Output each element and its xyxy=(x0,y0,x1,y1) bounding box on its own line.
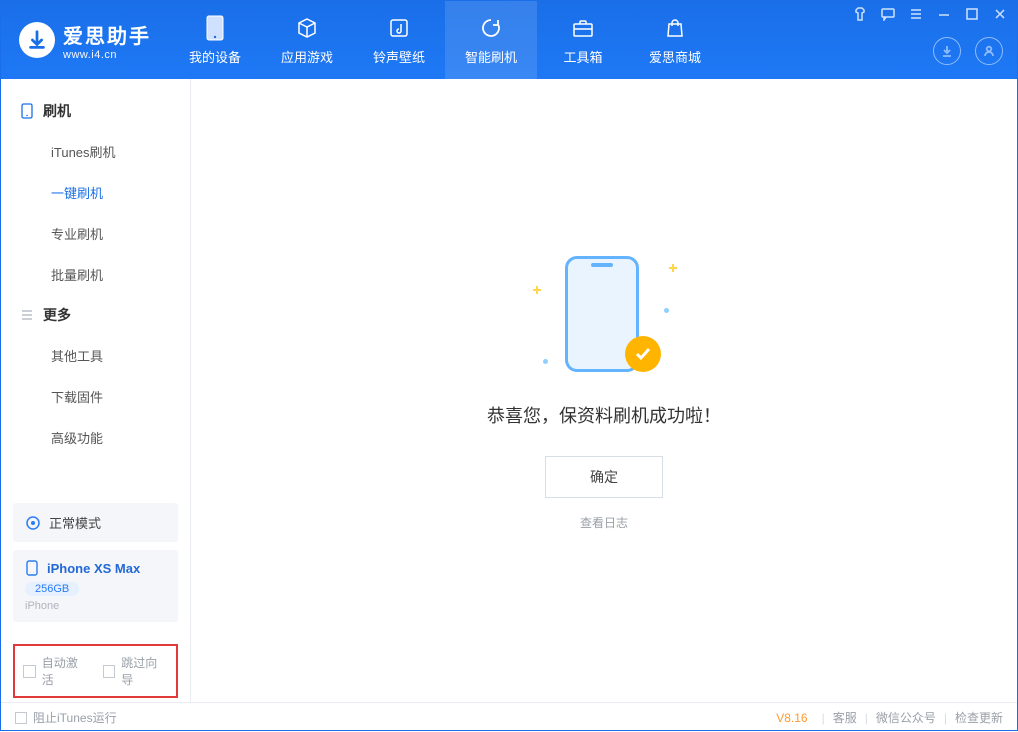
nav-smart-flash[interactable]: 智能刷机 xyxy=(445,1,537,79)
device-icon xyxy=(25,560,39,576)
main-nav: 我的设备 应用游戏 铃声壁纸 智能刷机 工具箱 爱思商城 xyxy=(169,1,721,79)
feedback-icon[interactable] xyxy=(879,5,897,23)
checkbox-label: 自动激活 xyxy=(42,654,89,688)
device-icon xyxy=(206,15,224,41)
sidebar-item-download-fw[interactable]: 下载固件 xyxy=(1,376,190,417)
checkbox-skip-guide[interactable]: 跳过向导 xyxy=(103,654,169,688)
sparkle-icon xyxy=(533,286,541,294)
refresh-icon xyxy=(479,15,503,41)
ok-button[interactable]: 确定 xyxy=(545,456,663,498)
checkbox-label: 跳过向导 xyxy=(121,654,168,688)
footer: 阻止iTunes运行 V8.16 | 客服 | 微信公众号 | 检查更新 xyxy=(1,702,1017,732)
separator: | xyxy=(822,711,825,725)
sidebar-scroll: 刷机 iTunes刷机 一键刷机 专业刷机 批量刷机 更多 其他工具 下载固件 … xyxy=(1,79,190,495)
dot-icon xyxy=(543,359,548,364)
sidebar-item-itunes-flash[interactable]: iTunes刷机 xyxy=(1,131,190,172)
header-actions xyxy=(933,37,1003,65)
footer-right: V8.16 | 客服 | 微信公众号 | 检查更新 xyxy=(776,709,1003,726)
window-controls xyxy=(851,5,1009,23)
bag-icon xyxy=(664,15,686,41)
list-icon xyxy=(19,307,35,323)
success-message: 恭喜您，保资料刷机成功啦！ xyxy=(487,402,721,428)
checkbox-block-itunes[interactable]: 阻止iTunes运行 xyxy=(15,709,117,726)
nav-store[interactable]: 爱思商城 xyxy=(629,1,721,79)
wechat-link[interactable]: 微信公众号 xyxy=(876,709,936,726)
check-update-link[interactable]: 检查更新 xyxy=(955,709,1003,726)
sidebar-item-advanced[interactable]: 高级功能 xyxy=(1,417,190,458)
user-button[interactable] xyxy=(975,37,1003,65)
sidebar: 刷机 iTunes刷机 一键刷机 专业刷机 批量刷机 更多 其他工具 下载固件 … xyxy=(1,79,191,702)
mode-icon xyxy=(25,515,41,531)
nav-label: 我的设备 xyxy=(189,47,241,66)
support-link[interactable]: 客服 xyxy=(833,709,857,726)
body: 刷机 iTunes刷机 一键刷机 专业刷机 批量刷机 更多 其他工具 下载固件 … xyxy=(1,79,1017,702)
checkbox-icon xyxy=(23,665,36,678)
nav-label: 铃声壁纸 xyxy=(373,47,425,66)
check-icon xyxy=(625,336,661,372)
app-header: 爱思助手 www.i4.cn 我的设备 应用游戏 铃声壁纸 智能刷机 工具箱 爱… xyxy=(1,1,1017,79)
skin-icon[interactable] xyxy=(851,5,869,23)
mode-label: 正常模式 xyxy=(49,513,101,532)
download-button[interactable] xyxy=(933,37,961,65)
cube-icon xyxy=(295,15,319,41)
nav-label: 应用游戏 xyxy=(281,47,333,66)
nav-toolbox[interactable]: 工具箱 xyxy=(537,1,629,79)
logo: 爱思助手 www.i4.cn xyxy=(1,1,169,79)
nav-ring-wallpaper[interactable]: 铃声壁纸 xyxy=(353,1,445,79)
nav-apps-games[interactable]: 应用游戏 xyxy=(261,1,353,79)
nav-my-device[interactable]: 我的设备 xyxy=(169,1,261,79)
checkbox-icon xyxy=(15,712,27,724)
nav-label: 爱思商城 xyxy=(649,47,701,66)
maximize-icon[interactable] xyxy=(963,5,981,23)
separator: | xyxy=(865,711,868,725)
checkbox-auto-activate[interactable]: 自动激活 xyxy=(23,654,89,688)
success-illustration xyxy=(529,250,679,380)
minimize-icon[interactable] xyxy=(935,5,953,23)
dot-icon xyxy=(664,308,669,313)
flash-options: 自动激活 跳过向导 xyxy=(13,644,178,698)
version-label: V8.16 xyxy=(776,711,807,725)
category-more: 更多 xyxy=(1,295,190,335)
main-content: 恭喜您，保资料刷机成功啦！ 确定 查看日志 xyxy=(191,79,1017,702)
sidebar-item-one-key-flash[interactable]: 一键刷机 xyxy=(1,172,190,213)
mode-card[interactable]: 正常模式 xyxy=(13,503,178,542)
menu-icon[interactable] xyxy=(907,5,925,23)
sidebar-item-other-tools[interactable]: 其他工具 xyxy=(1,335,190,376)
storage-badge: 256GB xyxy=(25,582,79,596)
sidebar-item-pro-flash[interactable]: 专业刷机 xyxy=(1,213,190,254)
device-type: iPhone xyxy=(25,600,166,612)
phone-icon xyxy=(19,103,35,119)
category-label: 刷机 xyxy=(43,101,71,121)
category-flash: 刷机 xyxy=(1,91,190,131)
toolbox-icon xyxy=(571,15,595,41)
device-card[interactable]: iPhone XS Max 256GB iPhone xyxy=(13,550,178,622)
sidebar-item-batch-flash[interactable]: 批量刷机 xyxy=(1,254,190,295)
music-icon xyxy=(388,15,410,41)
separator: | xyxy=(944,711,947,725)
checkbox-label: 阻止iTunes运行 xyxy=(33,709,117,726)
device-cards: 正常模式 iPhone XS Max 256GB iPhone xyxy=(1,495,190,634)
view-log-link[interactable]: 查看日志 xyxy=(580,514,628,531)
logo-icon xyxy=(19,22,55,58)
nav-label: 工具箱 xyxy=(563,47,602,66)
device-name: iPhone XS Max xyxy=(47,561,140,576)
category-label: 更多 xyxy=(43,305,71,325)
sparkle-icon xyxy=(669,264,677,272)
checkbox-icon xyxy=(103,665,116,678)
logo-text: 爱思助手 www.i4.cn xyxy=(63,20,151,61)
close-icon[interactable] xyxy=(991,5,1009,23)
app-title: 爱思助手 xyxy=(63,20,151,49)
app-url: www.i4.cn xyxy=(63,49,151,61)
nav-label: 智能刷机 xyxy=(465,47,517,66)
